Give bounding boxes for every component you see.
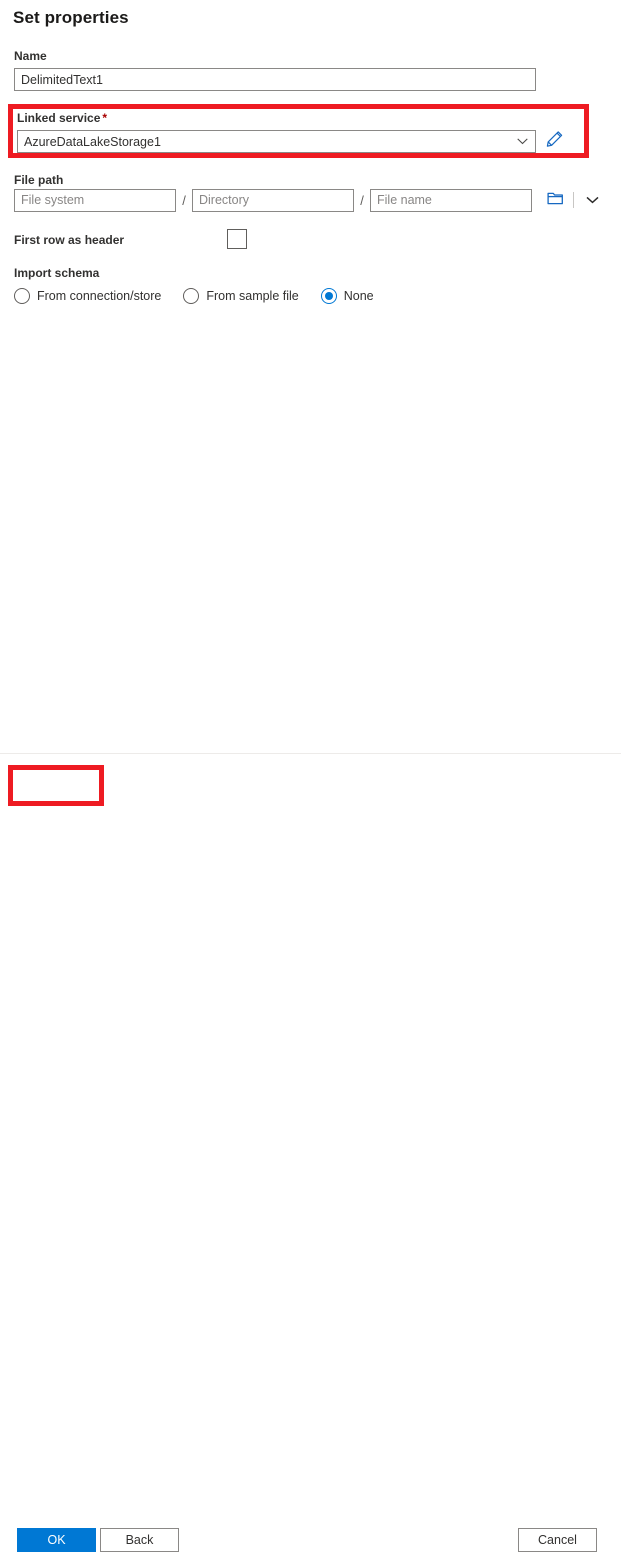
ok-button[interactable]: OK: [17, 1528, 96, 1552]
folder-icon: [546, 191, 564, 209]
first-row-as-header-label: First row as header: [14, 233, 125, 247]
first-row-as-header-checkbox[interactable]: [227, 229, 247, 249]
back-button[interactable]: Back: [100, 1528, 179, 1552]
radio-label: None: [343, 289, 374, 303]
directory-input[interactable]: [192, 188, 354, 212]
import-schema-radio-group: From connection/store From sample file N…: [14, 288, 374, 304]
file-path-label: File path: [14, 173, 64, 187]
edit-linked-service-button[interactable]: [544, 128, 566, 152]
radio-mark-icon: [183, 288, 200, 304]
radio-none[interactable]: None: [320, 288, 374, 304]
radio-label: From sample file: [206, 289, 299, 303]
chevron-down-icon[interactable]: [515, 130, 529, 153]
set-properties-dialog: Set properties Name Linked service* File…: [0, 0, 621, 1552]
file-name-input[interactable]: [370, 188, 532, 212]
radio-mark-icon: [14, 288, 30, 304]
required-asterisk: *: [102, 111, 108, 125]
footer-bar: OK Back Cancel: [0, 754, 621, 1552]
file-path-row: / /: [14, 188, 606, 212]
import-schema-label: Import schema: [14, 266, 100, 280]
path-separator: /: [360, 192, 364, 208]
pencil-icon: [546, 130, 564, 151]
name-input[interactable]: [14, 68, 536, 91]
path-separator: /: [182, 192, 186, 208]
linked-service-combobox[interactable]: [17, 130, 536, 153]
linked-service-label: Linked service *: [17, 110, 107, 126]
linked-service-input[interactable]: [17, 130, 536, 153]
name-label: Name: [14, 49, 47, 63]
radio-from-sample-file[interactable]: From sample file: [183, 288, 299, 304]
file-path-chevron-down-icon[interactable]: [582, 189, 602, 211]
radio-label: From connection/store: [37, 289, 162, 303]
file-system-input[interactable]: [14, 188, 176, 212]
file-path-actions: [545, 189, 602, 211]
page-title: Set properties: [13, 8, 129, 27]
radio-mark-icon-selected: [320, 288, 337, 304]
cancel-button[interactable]: Cancel: [518, 1528, 597, 1552]
divider: [573, 192, 574, 208]
radio-from-connection-store[interactable]: From connection/store: [14, 288, 161, 304]
linked-service-label-text: Linked service: [17, 111, 101, 125]
browse-folder-button[interactable]: [545, 189, 565, 211]
